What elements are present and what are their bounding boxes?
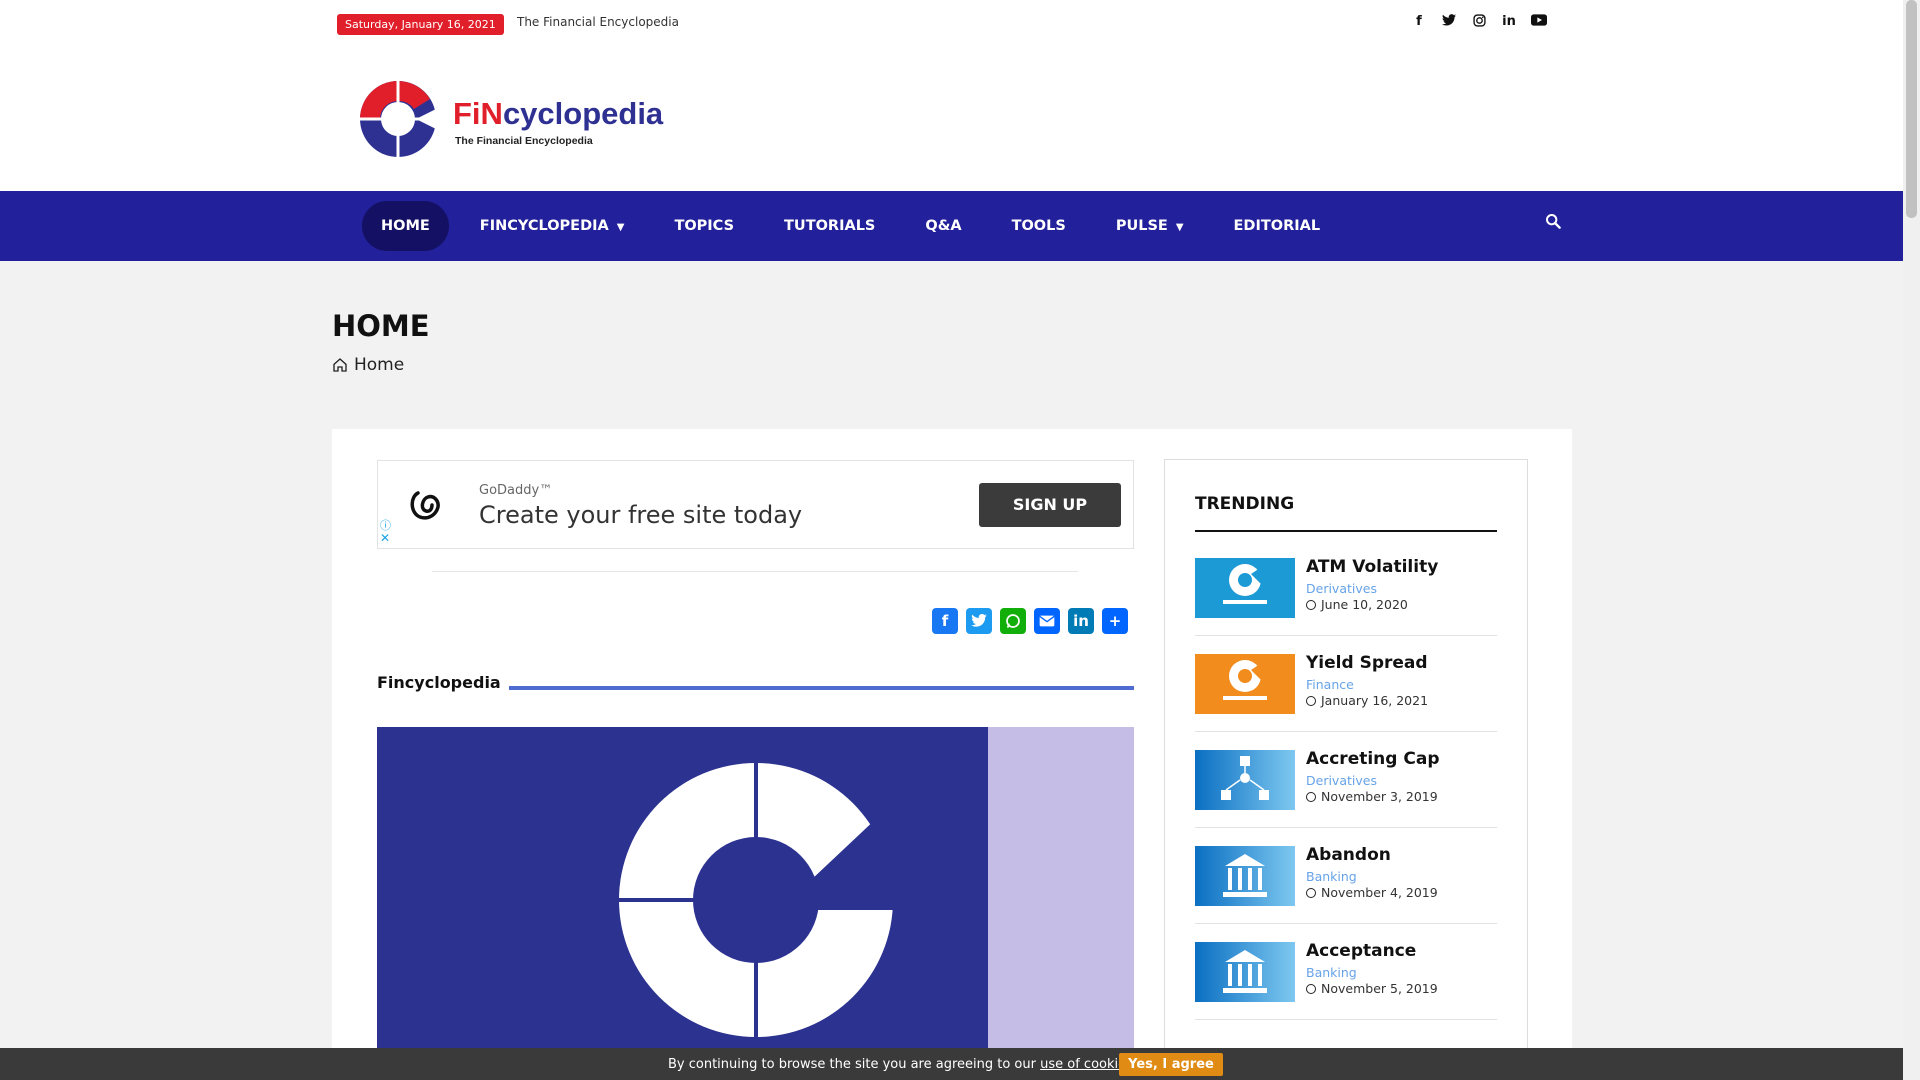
clock-icon xyxy=(1306,983,1316,994)
fincyclopedia-thumb-icon xyxy=(1195,654,1295,714)
ad-headline[interactable]: Create your free site today xyxy=(479,501,802,529)
nav-item-pulse[interactable]: PULSE ▼ xyxy=(1097,201,1203,251)
youtube-icon[interactable] xyxy=(1531,14,1547,30)
more-share-icon[interactable]: + xyxy=(1102,608,1128,634)
trend-category[interactable]: Derivatives xyxy=(1306,773,1377,788)
trend-item[interactable]: ATM Volatility Derivatives June 10, 2020 xyxy=(1195,540,1497,636)
trend-category[interactable]: Banking xyxy=(1306,965,1357,980)
nav-items: HOME FINCYCLOPEDIA ▼ TOPICS TUTORIALS Q&A… xyxy=(362,201,1351,251)
trend-item[interactable]: Yield Spread Finance January 16, 2021 xyxy=(1195,636,1497,732)
trend-title[interactable]: Abandon xyxy=(1306,845,1391,865)
cookie-agree-button[interactable]: Yes, I agree xyxy=(1119,1053,1223,1076)
trend-title[interactable]: Accreting Cap xyxy=(1306,749,1440,769)
date-badge: Saturday, January 16, 2021 xyxy=(337,14,504,35)
clock-icon xyxy=(1306,695,1316,706)
brand-fin: FiN xyxy=(453,96,503,131)
trend-date: November 4, 2019 xyxy=(1306,885,1438,900)
nav-item-editorial[interactable]: EDITORIAL xyxy=(1215,201,1340,251)
trending-sidebar: TRENDING ATM Volatility Derivatives June… xyxy=(1164,459,1528,1080)
home-icon xyxy=(333,358,347,372)
fincyclopedia-thumb-icon xyxy=(1195,558,1295,618)
trend-date: January 16, 2021 xyxy=(1306,693,1428,708)
facebook-share-icon[interactable]: f xyxy=(932,608,958,634)
social-links: f in xyxy=(1411,14,1547,30)
nav-item-home[interactable]: HOME xyxy=(362,201,449,251)
breadcrumb: Home xyxy=(332,355,404,375)
section-label[interactable]: Fincyclopedia xyxy=(377,673,501,692)
ad-signup-button[interactable]: SIGN UP xyxy=(979,483,1121,527)
diagram-thumb-icon xyxy=(1195,750,1295,810)
top-bar: Saturday, January 16, 2021 The Financial… xyxy=(0,0,1903,48)
clock-icon xyxy=(1306,599,1316,610)
trend-title[interactable]: ATM Volatility xyxy=(1306,557,1438,577)
page-header: HOME Home xyxy=(0,261,1903,429)
breadcrumb-home[interactable]: Home xyxy=(354,355,404,375)
share-buttons: f in + xyxy=(932,608,1128,634)
trend-date: November 3, 2019 xyxy=(1306,789,1438,804)
search-icon[interactable] xyxy=(1545,213,1561,233)
linkedin-icon[interactable]: in xyxy=(1501,14,1517,30)
trend-item[interactable]: Abandon Banking November 4, 2019 xyxy=(1195,828,1497,924)
trend-item[interactable]: Acceptance Banking November 5, 2019 xyxy=(1195,924,1497,1020)
bank-thumb-icon xyxy=(1195,942,1295,1002)
clock-icon xyxy=(1306,791,1316,802)
nav-item-fincyclopedia[interactable]: FINCYCLOPEDIA ▼ xyxy=(461,201,644,251)
top-tagline: The Financial Encyclopedia xyxy=(517,15,679,29)
trend-date: November 5, 2019 xyxy=(1306,981,1438,996)
fincyclopedia-logo-icon xyxy=(616,760,906,1040)
site-header: FiNcyclopedia The Financial Encyclopedia xyxy=(0,48,1903,191)
scrollbar-thumb[interactable] xyxy=(1906,0,1917,218)
brand-subtitle: The Financial Encyclopedia xyxy=(455,135,593,147)
twitter-share-icon[interactable] xyxy=(966,608,992,634)
cookie-bar: By continuing to browse the site you are… xyxy=(0,1048,1903,1080)
email-share-icon[interactable] xyxy=(1034,608,1060,634)
cookie-text: By continuing to browse the site you are… xyxy=(668,1057,1137,1072)
trend-category[interactable]: Derivatives xyxy=(1306,581,1377,596)
trend-date: June 10, 2020 xyxy=(1306,597,1408,612)
brand-rest: cyclopedia xyxy=(502,96,664,131)
trend-title[interactable]: Yield Spread xyxy=(1306,653,1428,673)
whatsapp-share-icon[interactable] xyxy=(1000,608,1026,634)
featured-image[interactable] xyxy=(377,727,1134,1080)
site-logo-icon[interactable] xyxy=(360,81,436,157)
ad-brand: GoDaddy™ xyxy=(479,483,553,498)
page-title: HOME xyxy=(332,309,430,343)
bank-thumb-icon xyxy=(1195,846,1295,906)
nav-item-tools[interactable]: TOOLS xyxy=(993,201,1085,251)
content-area: GoDaddy™ Create your free site today SIG… xyxy=(332,429,1572,1080)
trending-rule xyxy=(1195,530,1497,532)
chevron-down-icon: ▼ xyxy=(616,222,625,233)
ad-close-icon[interactable]: ✕ xyxy=(380,531,390,545)
godaddy-logo-icon xyxy=(410,491,440,520)
trend-item[interactable]: Accreting Cap Derivatives November 3, 20… xyxy=(1195,732,1497,828)
section-heading: Fincyclopedia xyxy=(377,673,1134,697)
section-rule xyxy=(509,686,1134,690)
advertisement[interactable]: GoDaddy™ Create your free site today SIG… xyxy=(377,460,1134,549)
nav-item-qa[interactable]: Q&A xyxy=(906,201,980,251)
clock-icon xyxy=(1306,887,1316,898)
trending-title: TRENDING xyxy=(1195,494,1295,514)
trend-category[interactable]: Finance xyxy=(1306,677,1354,692)
scrollbar[interactable] xyxy=(1903,0,1920,1080)
nav-item-topics[interactable]: TOPICS xyxy=(655,201,753,251)
facebook-icon[interactable]: f xyxy=(1411,14,1427,30)
trend-category[interactable]: Banking xyxy=(1306,869,1357,884)
linkedin-share-icon[interactable]: in xyxy=(1068,608,1094,634)
divider xyxy=(432,571,1078,572)
twitter-icon[interactable] xyxy=(1441,14,1457,30)
instagram-icon[interactable] xyxy=(1471,14,1487,30)
brand-name[interactable]: FiNcyclopedia xyxy=(453,96,663,132)
chevron-down-icon: ▼ xyxy=(1175,222,1184,233)
trend-title[interactable]: Acceptance xyxy=(1306,941,1416,961)
nav-item-tutorials[interactable]: TUTORIALS xyxy=(765,201,894,251)
main-nav: HOME FINCYCLOPEDIA ▼ TOPICS TUTORIALS Q&A… xyxy=(0,191,1903,261)
